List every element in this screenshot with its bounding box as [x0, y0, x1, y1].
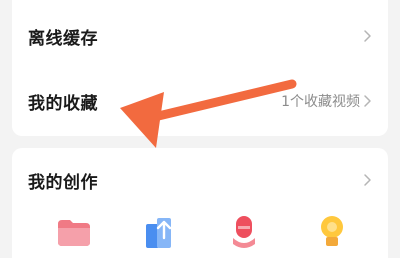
my-favorites-row[interactable]: 我的收藏 1个收藏视频 [12, 81, 388, 121]
chevron-right-icon [364, 95, 371, 107]
menu-card: 离线缓存 我的收藏 1个收藏视频 [12, 0, 388, 136]
lightbulb-icon[interactable] [312, 212, 352, 252]
favorites-count: 1个收藏视频 [281, 94, 360, 110]
my-creation-row[interactable]: 我的创作 [12, 160, 388, 200]
microphone-icon[interactable] [224, 212, 264, 252]
folder-icon[interactable] [54, 212, 94, 252]
my-favorites-label: 我的收藏 [28, 93, 98, 114]
my-creation-label: 我的创作 [28, 172, 98, 193]
chevron-right-icon [364, 174, 371, 186]
offline-cache-row[interactable]: 离线缓存 [12, 16, 388, 56]
offline-cache-label: 离线缓存 [28, 28, 98, 49]
chevron-right-icon [364, 30, 371, 42]
upload-icon[interactable] [138, 212, 178, 252]
